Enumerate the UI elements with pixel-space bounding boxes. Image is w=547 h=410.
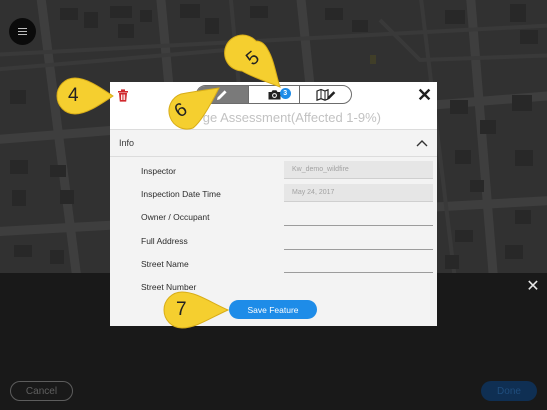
inspection-date-label: Inspection Date Time bbox=[141, 189, 221, 199]
owner-occupant-field[interactable] bbox=[284, 208, 433, 226]
close-icon[interactable]: ✕ bbox=[417, 86, 432, 104]
hamburger-icon bbox=[18, 30, 27, 33]
sheet-close-icon[interactable]: ✕ bbox=[525, 279, 541, 295]
info-section-header[interactable]: Info bbox=[110, 129, 437, 157]
street-name-label: Street Name bbox=[141, 259, 189, 269]
callout-7-marker bbox=[163, 291, 230, 329]
callout-7-number: 7 bbox=[176, 299, 187, 320]
inspection-date-field[interactable]: May 24, 2017 bbox=[284, 184, 433, 202]
callout-4-marker bbox=[56, 77, 114, 115]
callout-7: 7 bbox=[162, 290, 230, 330]
callout-6: 6 bbox=[159, 84, 221, 132]
full-address-field[interactable] bbox=[284, 232, 433, 250]
menu-button[interactable] bbox=[9, 18, 36, 45]
street-name-field[interactable] bbox=[284, 255, 433, 273]
tab-map[interactable] bbox=[299, 86, 351, 103]
save-feature-button[interactable]: Save Feature bbox=[229, 300, 317, 319]
cancel-button[interactable]: Cancel bbox=[10, 381, 73, 401]
chevron-up-icon bbox=[416, 140, 428, 147]
callout-4: 4 bbox=[55, 76, 119, 116]
owner-occupant-label: Owner / Occupant bbox=[141, 212, 210, 222]
callout-4-number: 4 bbox=[68, 85, 79, 106]
full-address-label: Full Address bbox=[141, 236, 188, 246]
done-button[interactable]: Done bbox=[481, 381, 537, 401]
inspector-field[interactable]: Kw_demo_wildfire bbox=[284, 161, 433, 179]
callout-5: 5 bbox=[224, 34, 284, 90]
inspector-label: Inspector bbox=[141, 166, 176, 176]
section-label: Info bbox=[119, 138, 135, 148]
camera-icon bbox=[268, 90, 280, 100]
map-edit-icon bbox=[316, 88, 335, 101]
callout-6-marker bbox=[168, 87, 220, 130]
